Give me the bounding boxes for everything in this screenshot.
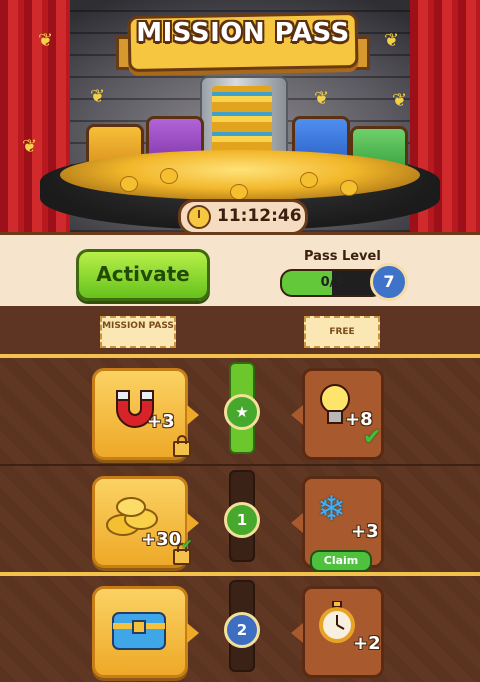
check-icon: ✔ bbox=[181, 537, 193, 553]
chest-icon bbox=[112, 612, 166, 650]
butterfly-icon: ❦ bbox=[384, 30, 400, 51]
free-reward-amount: +3 bbox=[351, 521, 379, 542]
coin-icon bbox=[340, 180, 358, 196]
free-column-tag: FREE bbox=[304, 316, 380, 348]
butterfly-icon: ❦ bbox=[392, 90, 408, 111]
reward-row: +30 ✔ 1 ❄ +3 Claim bbox=[0, 466, 480, 572]
free-reward-card[interactable]: +8 ✔ bbox=[291, 368, 384, 460]
claim-button[interactable]: Claim bbox=[310, 550, 372, 572]
level-node-number: 1 bbox=[236, 511, 248, 529]
free-column-label: FREE bbox=[329, 327, 355, 337]
butterfly-icon: ❦ bbox=[22, 136, 38, 157]
lock-icon bbox=[173, 435, 191, 457]
page-title: MISSION PASS bbox=[136, 18, 350, 48]
butterfly-icon: ❦ bbox=[90, 86, 106, 107]
reward-row: +3 ★ +8 ✔ bbox=[0, 358, 480, 464]
pass-level-progress-bar: 0/3 bbox=[280, 269, 384, 297]
level-node-2: 2 bbox=[224, 612, 260, 648]
butterfly-icon: ❦ bbox=[38, 30, 54, 51]
star-icon: ★ bbox=[235, 403, 249, 421]
level-node-1: 1 bbox=[224, 502, 260, 538]
coin-icon bbox=[160, 168, 178, 184]
butterfly-icon: ❦ bbox=[314, 88, 330, 109]
free-reward-amount: +2 bbox=[353, 633, 381, 654]
free-reward-card[interactable]: +2 bbox=[291, 586, 384, 678]
header-scene: ❦ ❦ ❦ ❦ ❦ ❦ MISSION PASS 11:12:46 bbox=[0, 0, 480, 232]
level-node-number: 2 bbox=[236, 621, 248, 639]
snowflake-icon: ❄ bbox=[317, 489, 346, 529]
coin-icon bbox=[300, 172, 318, 188]
countdown-timer: 11:12:46 bbox=[178, 199, 308, 232]
level-badge: 7 bbox=[370, 263, 408, 301]
timer-text: 11:12:46 bbox=[217, 206, 302, 226]
reward-row: 2 +2 bbox=[0, 576, 480, 682]
progress-text: 0/3 bbox=[320, 275, 344, 290]
mission-pass-column-label: MISSION PASS bbox=[102, 321, 174, 331]
level-node-star: ★ bbox=[224, 394, 260, 430]
clock-icon bbox=[187, 205, 211, 229]
pass-reward-card[interactable] bbox=[92, 586, 199, 678]
pass-level-label: Pass Level bbox=[304, 249, 381, 264]
stopwatch-icon bbox=[319, 601, 355, 643]
pass-reward-amount: +30 bbox=[141, 529, 182, 550]
pass-reward-amount: +3 bbox=[147, 411, 175, 432]
pass-reward-card[interactable]: +30 ✔ bbox=[92, 476, 199, 568]
pass-reward-card[interactable]: +3 bbox=[92, 368, 199, 460]
coin-icon bbox=[230, 184, 248, 200]
coin-icon bbox=[120, 176, 138, 192]
mission-pass-column-tag: MISSION PASS bbox=[100, 316, 176, 348]
claimed-check-icon: ✔ bbox=[363, 425, 382, 450]
pass-status-bar: Activate Pass Level 0/3 7 bbox=[0, 232, 480, 309]
activate-button[interactable]: Activate bbox=[76, 249, 210, 301]
reward-list[interactable]: MISSION PASS FREE +3 ★ +8 ✔ +30 ✔ 1 ❄ +3… bbox=[0, 306, 480, 682]
